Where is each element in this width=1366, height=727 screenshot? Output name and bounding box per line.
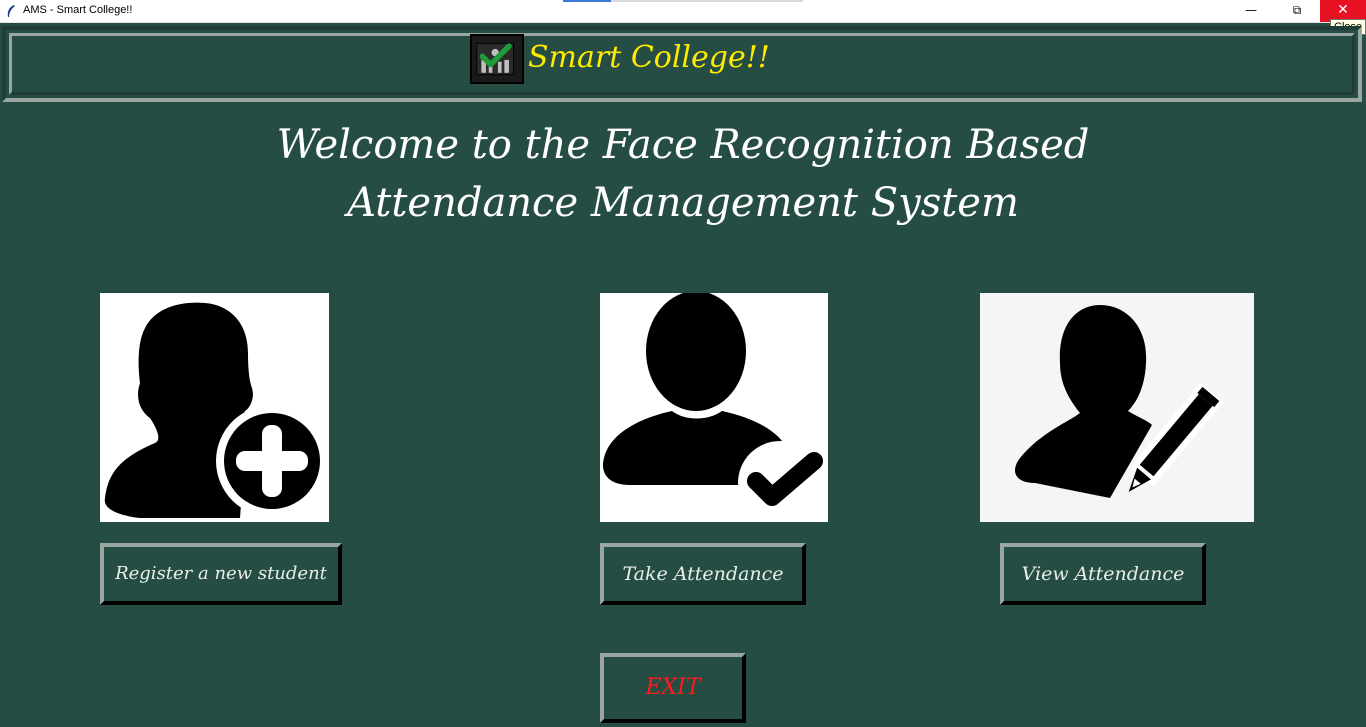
- brand-title: Smart College!!: [528, 40, 770, 75]
- attendance-check-icon: [470, 34, 524, 84]
- take-attendance-button[interactable]: Take Attendance: [600, 543, 806, 605]
- user-edit-icon: [980, 293, 1254, 522]
- restore-button[interactable]: ⧉: [1274, 0, 1320, 22]
- taskbar-indicator: [563, 0, 803, 2]
- register-student-button[interactable]: Register a new student: [100, 543, 342, 605]
- user-check-icon: [600, 293, 828, 522]
- exit-button[interactable]: EXIT: [600, 653, 746, 723]
- feather-icon: [7, 5, 15, 17]
- user-add-icon: [100, 293, 329, 522]
- window-title: AMS - Smart College!!: [23, 4, 133, 16]
- window-titlebar: AMS - Smart College!! — ⧉ ✕: [0, 0, 1366, 23]
- view-attendance-button[interactable]: View Attendance: [1000, 543, 1206, 605]
- welcome-line-2: Attendance Management System: [347, 180, 1019, 226]
- welcome-line-1: Welcome to the Face Recognition Based: [276, 122, 1090, 168]
- welcome-heading: Welcome to the Face Recognition Based At…: [0, 116, 1366, 232]
- minimize-button[interactable]: —: [1228, 0, 1274, 22]
